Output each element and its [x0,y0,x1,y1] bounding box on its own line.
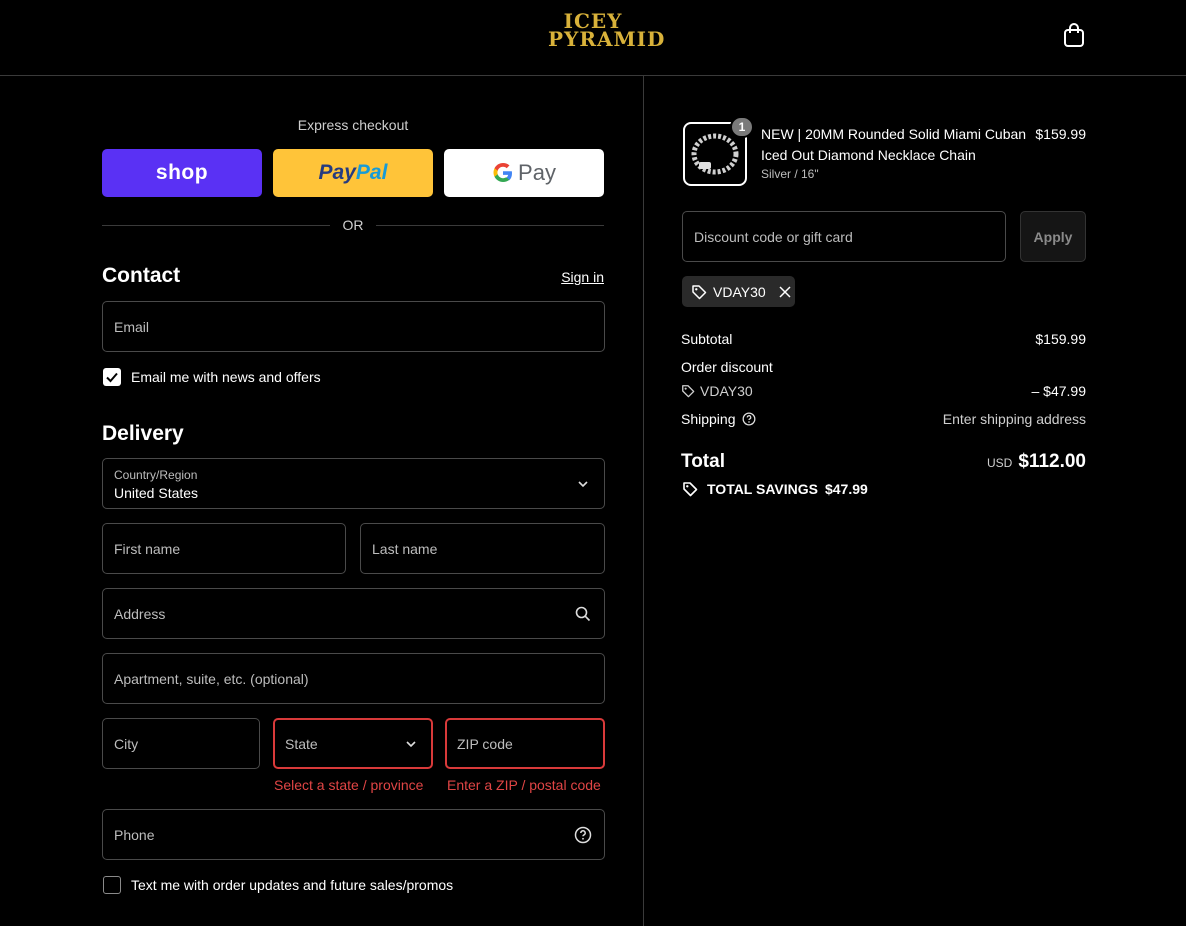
help-icon[interactable] [574,826,592,844]
address-placeholder: Address [114,606,166,622]
phone-placeholder: Phone [114,827,155,843]
shop-pay-label: shop [155,161,209,184]
header: ICEY PYRAMID [0,0,1186,76]
zip-error: Enter a ZIP / postal code [447,777,601,793]
shipping-row: Shipping [681,411,756,427]
shipping-label: Shipping [681,411,736,427]
applied-code-chip: VDAY30 [682,276,795,307]
store-logo[interactable]: ICEY PYRAMID [548,11,666,56]
google-g-icon [493,163,513,182]
first-name-field[interactable]: First name [102,523,346,574]
first-name-placeholder: First name [114,541,181,557]
news-checkbox-label: Email me with news and offers [131,369,321,385]
email-field[interactable]: Email [102,301,605,352]
zip-field[interactable]: ZIP code [445,718,605,769]
total-label: Total [681,451,725,472]
address-field[interactable]: Address [102,588,605,639]
chevron-down-icon [578,481,588,488]
express-checkout-label: Express checkout [297,117,409,133]
product-variant: Silver / 16" [761,167,819,181]
subtotal-label: Subtotal [681,331,733,347]
discount-value: – $47.99 [1031,383,1087,399]
phone-field[interactable]: Phone [102,809,605,860]
zip-placeholder: ZIP code [457,736,513,752]
sms-checkbox[interactable] [103,876,121,894]
total-amount: USD $112.00 [940,451,1086,473]
delivery-title: Delivery [102,422,184,445]
paypal-button[interactable]: Pay Pal [273,149,433,197]
news-checkbox[interactable] [103,368,121,386]
google-pay-button[interactable]: Pay [444,149,604,197]
apartment-placeholder: Apartment, suite, etc. (optional) [114,671,309,687]
tags-icon [683,482,698,497]
column-divider [643,76,644,926]
product-price: $159.99 [1035,126,1086,142]
sms-checkbox-label: Text me with order updates and future sa… [131,877,454,893]
sign-in-link[interactable]: Sign in [540,269,604,285]
city-placeholder: City [114,736,139,752]
total-savings: TOTAL SAVINGS $47.99 [682,481,868,497]
chevron-down-icon [406,741,416,748]
apply-button[interactable]: Apply [1020,211,1086,262]
state-error: Select a state / province [274,777,424,793]
state-placeholder: State [285,736,318,752]
savings-label: TOTAL SAVINGS [707,481,818,497]
state-select[interactable]: State [273,718,433,769]
total-currency: USD [987,456,1013,470]
last-name-placeholder: Last name [372,541,438,557]
country-label: Country/Region [114,468,198,482]
shipping-value: Enter shipping address [942,411,1086,427]
help-icon[interactable] [742,412,756,426]
savings-value: $47.99 [824,481,868,497]
tag-icon [692,284,707,299]
discount-code-field[interactable]: Discount code or gift card [682,211,1006,262]
last-name-field[interactable]: Last name [360,523,605,574]
logo-line-2: PYRAMID [548,27,666,51]
contact-title: Contact [102,264,181,287]
quantity-badge: 1 [730,116,754,138]
product-name: NEW | 20MM Rounded Solid Miami Cuban Ice… [761,126,1027,163]
order-discount-label: Order discount [681,359,773,375]
total-value: $112.00 [1018,451,1086,472]
search-icon [575,606,591,622]
checkmark-icon [106,372,118,383]
paypal-label-2: Pal [355,161,388,184]
email-placeholder: Email [114,319,150,335]
subtotal-value: $159.99 [1035,331,1086,347]
cart-icon[interactable] [1062,22,1086,48]
country-value: United States [114,485,199,501]
discount-code-placeholder: Discount code or gift card [694,229,853,245]
discount-code-row: VDAY30 [681,383,753,399]
discount-code-label: VDAY30 [700,383,753,399]
tag-icon [682,385,695,398]
city-field[interactable]: City [102,718,260,769]
shop-pay-button[interactable]: shop [102,149,262,197]
apartment-field[interactable]: Apartment, suite, etc. (optional) [102,653,605,704]
google-pay-label: Pay [518,160,556,185]
paypal-label-1: Pay [318,161,356,184]
or-divider: OR [102,216,604,234]
close-icon[interactable] [778,285,792,299]
applied-code-label: VDAY30 [713,283,766,300]
country-select[interactable]: Country/Region United States [102,458,605,509]
